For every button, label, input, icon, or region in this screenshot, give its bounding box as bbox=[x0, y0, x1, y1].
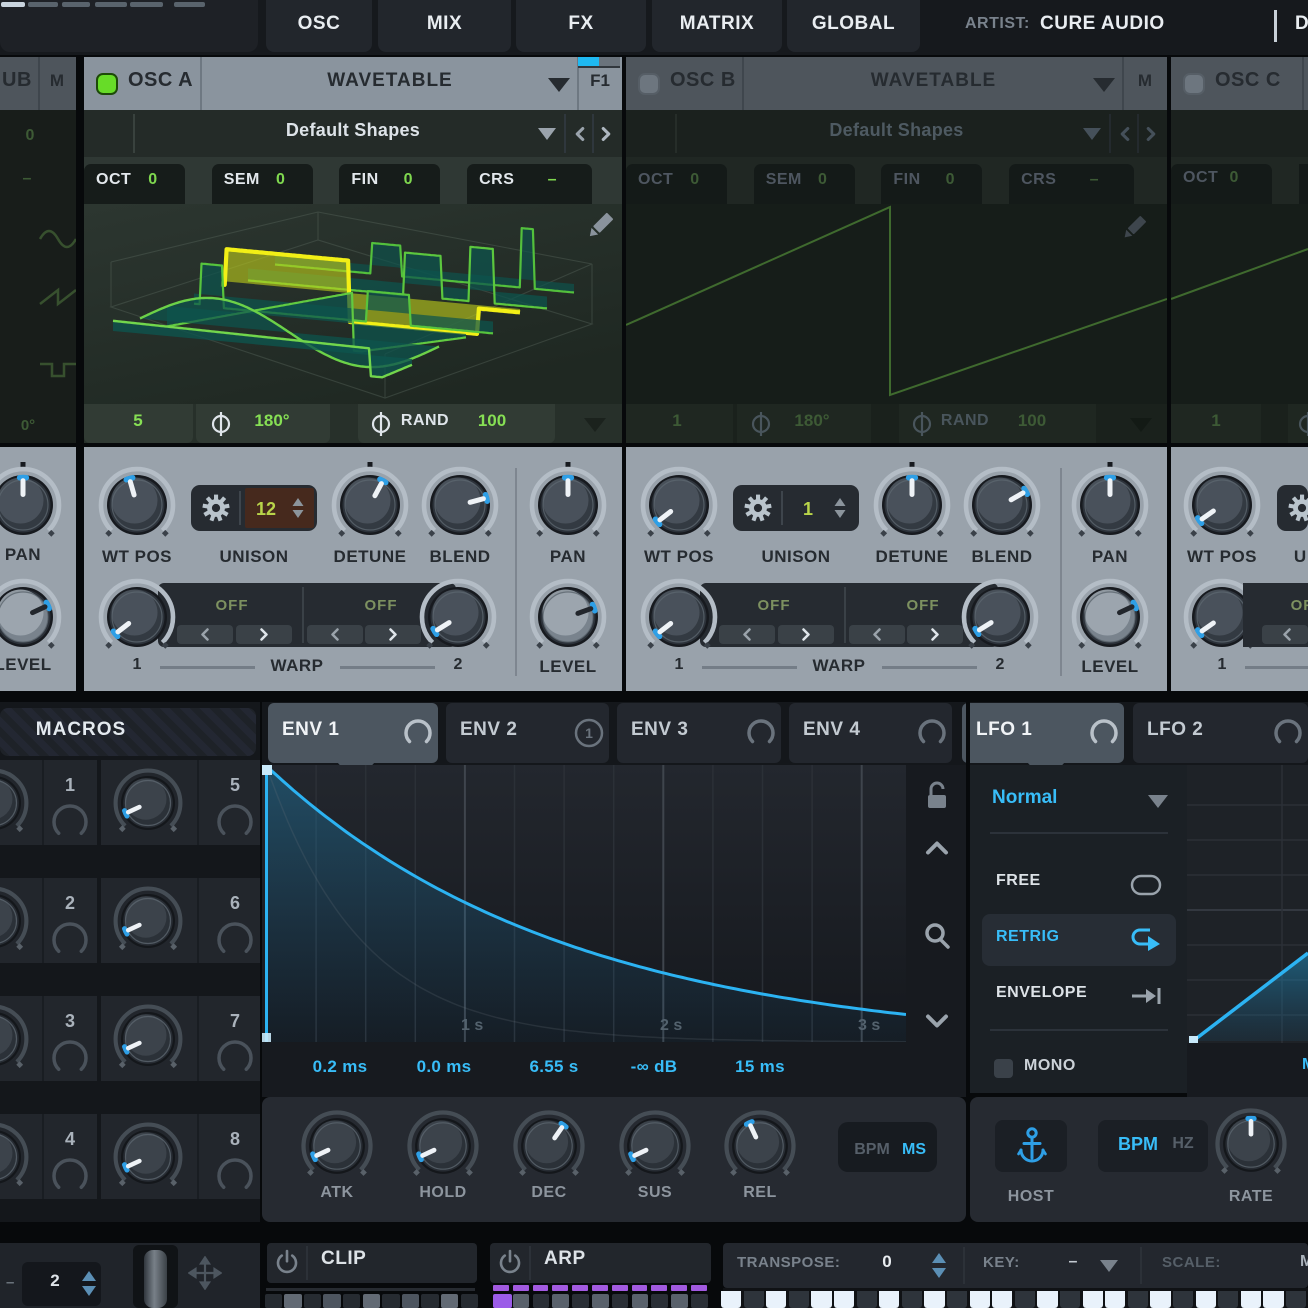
svg-text:1: 1 bbox=[585, 725, 593, 741]
svg-text:OFF: OFF bbox=[907, 597, 940, 614]
svg-text:OFF: OFF bbox=[758, 597, 791, 614]
svg-text:MS: MS bbox=[902, 1141, 926, 1158]
svg-text:BPM: BPM bbox=[854, 1141, 890, 1158]
svg-text:1: 1 bbox=[803, 499, 813, 519]
svg-text:OF: OF bbox=[1291, 597, 1308, 614]
svg-text:12: 12 bbox=[256, 499, 276, 519]
svg-text:OFF: OFF bbox=[365, 597, 398, 614]
svg-text:OFF: OFF bbox=[216, 597, 249, 614]
